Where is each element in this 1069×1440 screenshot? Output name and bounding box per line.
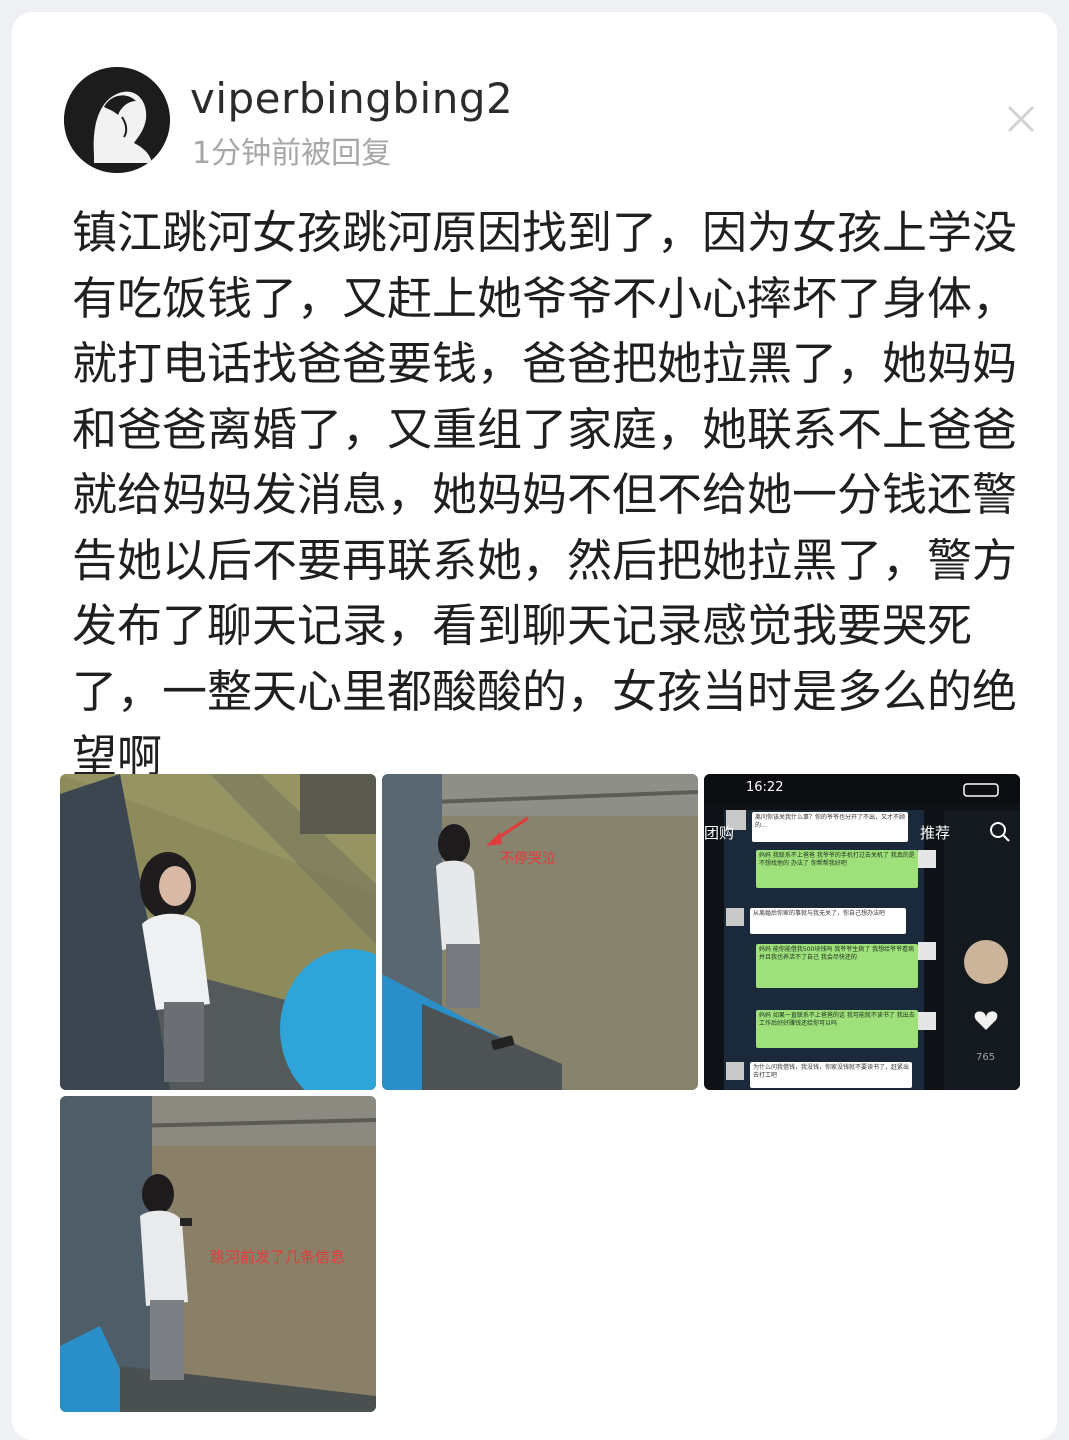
chat-message: 从离婚后你家的事就与我无关了，你自己想办法吧 xyxy=(750,908,906,934)
post-body-text: 镇江跳河女孩跳河原因找到了，因为女孩上学没有吃饭钱了，又赶上她爷爷不小心摔坏了身… xyxy=(72,206,1018,783)
close-button[interactable] xyxy=(998,96,1044,142)
phone-tab-group-buy: 团购 xyxy=(704,824,735,842)
phone-like-count: 765 xyxy=(976,1052,996,1063)
post-image-1[interactable] xyxy=(60,774,376,1090)
chat-message: 妈妈 我联系不上爸爸 我爷爷的手机打过去关机了 我真的是不想找他的 办法了 你帮… xyxy=(756,850,918,888)
chat-message: 为什么问我借钱，我没钱，你家没钱就不要读书了，赶紧出去打工吧 xyxy=(750,1062,912,1088)
close-icon xyxy=(1008,106,1034,132)
photo-caption-crying: 不停哭泣 xyxy=(500,851,556,867)
phone-tab-recommend: 推荐 xyxy=(920,824,951,842)
chat-message: 妈妈 如果一直联系不上爸爸的话 我可能就不读书了 我出去工作后好好赚钱还给你可以… xyxy=(756,1010,918,1048)
reply-timestamp: 1分钟前被回复 xyxy=(192,136,392,171)
user-avatar[interactable] xyxy=(64,67,170,173)
avatar-silhouette-icon xyxy=(64,67,170,173)
chat-message: 离问你该关我什么事？你的爷爷也分开了不出，又才不顾的… xyxy=(752,812,908,842)
chat-message: 妈妈 能你能借我500块钱吗 我爷爷生病了 我想给爷爷看病 并且我也养活不了自己… xyxy=(756,944,918,988)
post-image-2[interactable]: 不停哭泣 xyxy=(382,774,698,1090)
photo-girl-looking-back xyxy=(60,774,376,1090)
photo-caption-messages: 跳河前发了几条信息 xyxy=(210,1248,346,1266)
phone-status-time: 16:22 xyxy=(746,780,784,795)
username[interactable]: viperbingbing2 xyxy=(190,74,513,123)
post-image-4[interactable]: 跳河前发了几条信息 xyxy=(60,1096,376,1412)
photo-girl-crying xyxy=(382,774,698,1090)
post-image-3[interactable]: 16:22 团购 推荐 765 离问你该关我什么事？你的爷爷也分开了不出，又才不… xyxy=(704,774,1020,1090)
